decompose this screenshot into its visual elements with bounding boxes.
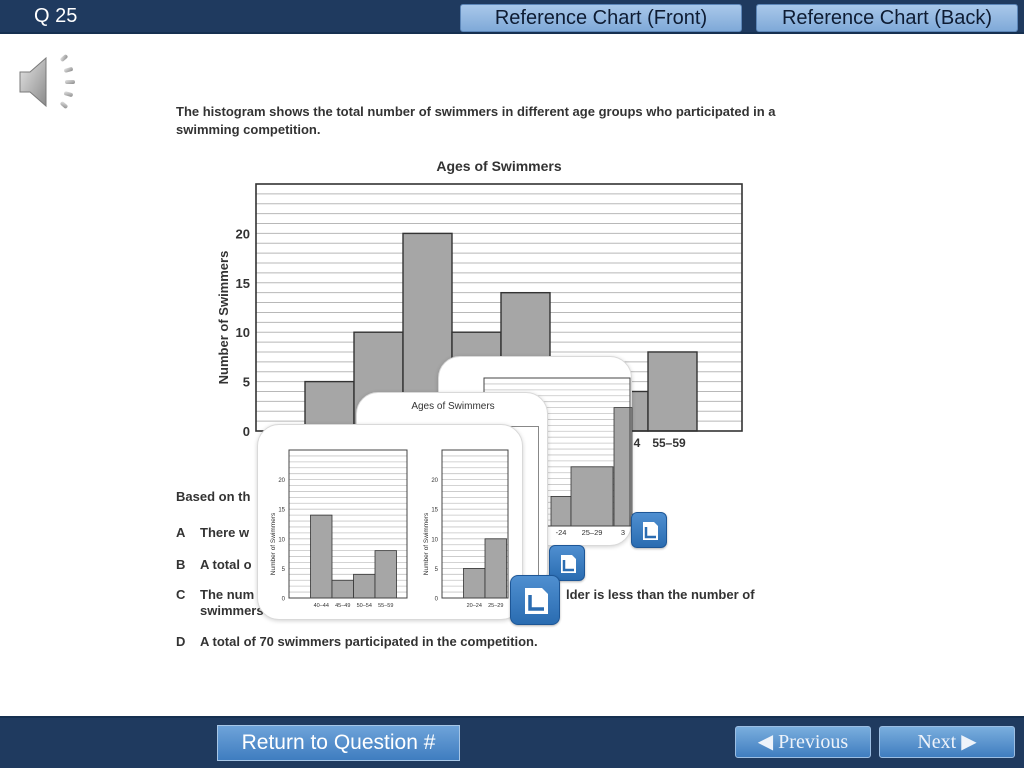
x-tick-label: 55–59 xyxy=(652,436,686,450)
card-front-chart: 0 5 10 15 20 Number of Swimmers 40–44 45–49 50–5… xyxy=(270,449,509,609)
y-tick-label: 10 xyxy=(278,537,285,543)
chart-title: Ages of Swimmers xyxy=(436,158,562,174)
y-tick-label: 20 xyxy=(431,478,438,484)
x-tick-label: 55–59 xyxy=(378,603,393,609)
print-preview-icon-glyph xyxy=(525,588,548,614)
print-preview-icon[interactable] xyxy=(510,575,560,625)
y-tick-label: 10 xyxy=(236,325,250,340)
x-tick-label: 4 xyxy=(634,436,641,450)
y-tick-label: 5 xyxy=(435,567,439,573)
question-stem: Based on th xyxy=(176,489,251,504)
y-tick-label: 20 xyxy=(278,478,285,484)
x-tick-label: -24 xyxy=(556,528,567,537)
y-tick-label: 15 xyxy=(236,276,250,291)
choice-c-text-tail[interactable]: lder is less than the number of xyxy=(566,587,755,602)
histogram-bar xyxy=(550,495,572,527)
x-tick-label: 25–29 xyxy=(582,528,603,537)
reference-chart-front-button[interactable]: Reference Chart (Front) xyxy=(460,4,742,32)
x-tick-label: 45–49 xyxy=(335,603,350,609)
choice-a-text[interactable]: There w xyxy=(200,525,249,540)
x-tick-label: 40–44 xyxy=(314,603,329,609)
histogram-bar xyxy=(310,514,333,599)
y-tick-label: 5 xyxy=(282,567,286,573)
choice-b-letter[interactable]: B xyxy=(176,557,185,572)
speaker-icon[interactable] xyxy=(16,50,88,112)
y-tick-label: 0 xyxy=(435,597,439,603)
histogram-bar xyxy=(613,407,633,527)
y-tick-label: 0 xyxy=(282,597,286,603)
print-preview-icon[interactable] xyxy=(631,512,667,548)
histogram-bar xyxy=(374,550,397,599)
print-preview-icon-glyph xyxy=(643,522,658,540)
y-axis-label: Number of Swimmers xyxy=(270,512,277,575)
y-tick-label: 5 xyxy=(243,375,250,390)
return-to-question-button[interactable]: Return to Question # xyxy=(217,725,460,761)
y-axis-label: Number of Swimmers xyxy=(423,512,430,575)
histogram-bar xyxy=(484,538,507,599)
x-tick-label: 25–29 xyxy=(488,603,503,609)
choice-a-letter[interactable]: A xyxy=(176,525,185,540)
histogram-bar xyxy=(331,579,354,599)
x-tick-label: 50–54 xyxy=(357,603,372,609)
choice-c-text-line2[interactable]: swimmers xyxy=(200,603,264,618)
histogram-bar xyxy=(570,466,614,527)
next-button[interactable]: Next ▶ xyxy=(879,726,1015,758)
histogram-bar xyxy=(647,351,698,432)
y-tick-label: 0 xyxy=(243,424,250,439)
histogram-bar xyxy=(353,573,376,599)
previous-button[interactable]: ◀ Previous xyxy=(735,726,871,758)
y-tick-label: 15 xyxy=(278,508,285,514)
choice-d-letter[interactable]: D xyxy=(176,634,185,649)
question-prompt: The histogram shows the total number of … xyxy=(176,104,776,137)
y-axis-label: Number of Swimmers xyxy=(216,251,231,385)
x-tick-label: 3 xyxy=(621,528,625,537)
choice-c-letter[interactable]: C xyxy=(176,587,185,602)
choice-d-text[interactable]: A total of 70 swimmers participated in t… xyxy=(200,634,538,649)
choice-c-text[interactable]: The num xyxy=(200,587,254,602)
reference-chart-card-front[interactable]: 0 5 10 15 20 Number of Swimmers 40–44 45–49 50–5… xyxy=(257,424,523,620)
histogram-bar xyxy=(463,567,486,599)
card-middle-title: Ages of Swimmers xyxy=(411,401,495,412)
reference-chart-back-button[interactable]: Reference Chart (Back) xyxy=(756,4,1018,32)
y-tick-label: 20 xyxy=(236,226,250,241)
x-tick-label: 20–24 xyxy=(467,603,482,609)
y-tick-label: 15 xyxy=(431,508,438,514)
question-number: Q 25 xyxy=(34,5,78,27)
y-tick-label: 10 xyxy=(431,537,438,543)
choice-b-text[interactable]: A total o xyxy=(200,557,252,572)
